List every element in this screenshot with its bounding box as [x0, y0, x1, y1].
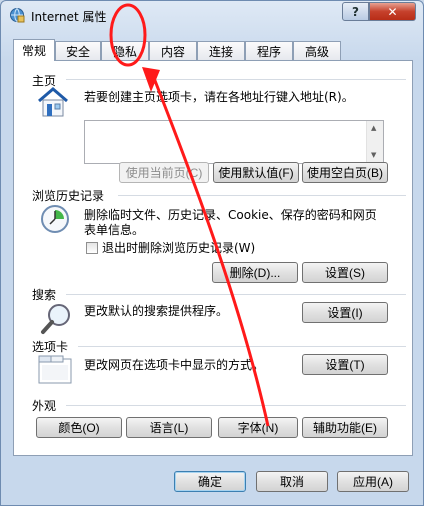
fonts-button[interactable]: 字体(N) [218, 417, 298, 438]
close-button[interactable]: ✕ [369, 2, 416, 21]
delete-on-exit-label[interactable]: 退出时删除浏览历史记录(W) [102, 241, 255, 256]
tabs-window-icon [38, 355, 72, 384]
internet-options-window: Internet 属性 ? ✕ 常规 安全 隐私 内容 连接 程序 高级 主页 … [0, 0, 424, 506]
help-button[interactable]: ? [342, 2, 369, 21]
tabs-section-title: 选项卡 [32, 340, 69, 354]
tabs-settings-button[interactable]: 设置(T) [302, 354, 388, 375]
tabs-separator [78, 346, 406, 347]
home-separator [66, 79, 406, 80]
appearance-separator [66, 405, 406, 406]
address-scrollbar[interactable]: ▲ ▼ [366, 121, 383, 163]
ok-button[interactable]: 确定 [174, 471, 246, 492]
colors-button[interactable]: 颜色(O) [36, 417, 122, 438]
use-current-button[interactable]: 使用当前页(C) [119, 162, 209, 183]
search-settings-button[interactable]: 设置(I) [302, 302, 388, 323]
tab-advanced[interactable]: 高级 [293, 41, 341, 60]
home-page-address-input[interactable]: ▲ ▼ [84, 120, 384, 164]
tab-privacy[interactable]: 隐私 [101, 41, 149, 60]
use-blank-button[interactable]: 使用空白页(B) [302, 162, 388, 183]
search-separator [66, 294, 406, 295]
accessibility-button[interactable]: 辅助功能(E) [302, 417, 388, 438]
history-settings-button[interactable]: 设置(S) [302, 262, 388, 283]
languages-button[interactable]: 语言(L) [126, 417, 212, 438]
history-description: 删除临时文件、历史记录、Cookie、保存的密码和网页表单信息。 [84, 208, 377, 237]
title-bar[interactable]: Internet 属性 ? ✕ [1, 1, 423, 31]
search-section-title: 搜索 [32, 288, 57, 302]
delete-on-exit-checkbox[interactable] [86, 242, 98, 254]
home-icon [38, 87, 68, 117]
tab-programs[interactable]: 程序 [245, 41, 293, 60]
search-icon [41, 304, 70, 334]
tab-general[interactable]: 常规 [13, 39, 55, 61]
apply-button[interactable]: 应用(A) [337, 471, 409, 492]
window-title: Internet 属性 [31, 10, 107, 24]
general-tab-panel: 主页 若要创建主页选项卡，请在各地址行键入地址(R)。 ▲ ▼ 使用当前页(C)… [13, 60, 413, 456]
scroll-down-icon[interactable]: ▼ [371, 151, 376, 159]
tab-security[interactable]: 安全 [55, 41, 101, 60]
search-description: 更改默认的搜索提供程序。 [84, 304, 229, 318]
appearance-section-title: 外观 [32, 399, 57, 413]
tab-connections[interactable]: 连接 [197, 41, 245, 60]
history-separator [118, 195, 406, 196]
history-clock-icon [41, 205, 69, 233]
delete-history-button[interactable]: 删除(D)... [212, 262, 298, 283]
scroll-up-icon[interactable]: ▲ [371, 124, 376, 132]
cancel-button[interactable]: 取消 [256, 471, 328, 492]
tabs-description: 更改网页在选项卡中显示的方式。 [84, 358, 265, 372]
home-description: 若要创建主页选项卡，请在各地址行键入地址(R)。 [84, 90, 354, 104]
internet-options-icon [10, 8, 25, 23]
tab-content[interactable]: 内容 [149, 41, 197, 60]
use-default-button[interactable]: 使用默认值(F) [213, 162, 299, 183]
